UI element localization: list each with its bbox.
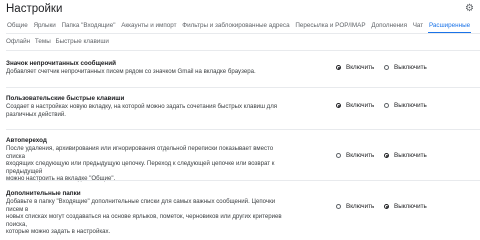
option-label: Выключить	[394, 102, 427, 109]
setting-title: Дополнительные папки	[6, 190, 81, 197]
setting-description: Добавляет счетчик непрочитанных писем ря…	[6, 68, 256, 75]
setting-title: Значок непрочитанных сообщений	[6, 60, 116, 67]
setting-description-line: входящих следующую или предыдущую цепочк…	[6, 160, 275, 175]
tab-addons[interactable]: Дополнения	[370, 21, 408, 33]
auto-advance-disable-option[interactable]: Выключить	[384, 152, 427, 159]
page-title: Настройки	[6, 3, 63, 15]
tab-offline[interactable]: Офлайн	[6, 38, 30, 45]
setting-description-line: Создает в настройках новую вкладку, на к…	[6, 103, 278, 110]
radio-button[interactable]	[336, 103, 341, 108]
tab-labels[interactable]: Ярлыки	[32, 21, 56, 33]
option-label: Включить	[346, 203, 375, 210]
custom-shortcuts-enable-option[interactable]: Включить	[336, 102, 374, 109]
radio-button[interactable]	[384, 103, 389, 108]
setting-multiple-inboxes: Дополнительные папки Добавьте в папку "В…	[6, 190, 286, 236]
setting-description-line: После удаления, архивирования или игнори…	[6, 145, 274, 160]
setting-description-line: Добавьте в папку "Входящие" дополнительн…	[6, 198, 276, 213]
option-label: Выключить	[394, 152, 427, 159]
radio-button[interactable]	[384, 204, 389, 209]
settings-tabs: Общие Ярлыки Папка "Входящие" Аккаунты и…	[6, 21, 473, 33]
radio-button[interactable]	[336, 65, 341, 70]
option-label: Выключить	[394, 203, 427, 210]
tab-themes[interactable]: Темы	[35, 38, 51, 45]
section-divider	[6, 129, 480, 130]
auto-advance-enable-option[interactable]: Включить	[336, 152, 374, 159]
tab-filters-blocked[interactable]: Фильтры и заблокированные адреса	[181, 21, 290, 33]
option-label: Включить	[346, 102, 375, 109]
multiple-inboxes-disable-option[interactable]: Выключить	[384, 203, 427, 210]
tab-keyboard-shortcuts[interactable]: Быстрые клавиши	[55, 38, 108, 45]
gear-icon[interactable]: ⚙	[465, 3, 474, 14]
tab-general[interactable]: Общие	[6, 21, 29, 33]
setting-auto-advance: Автопереход После удаления, архивировани…	[6, 137, 286, 183]
option-label: Включить	[346, 64, 375, 71]
unread-icon-enable-option[interactable]: Включить	[336, 64, 374, 71]
setting-description-line: которые можно задать в настройках.	[6, 228, 111, 236]
radio-button[interactable]	[336, 153, 341, 158]
tab-advanced[interactable]: Расширенные	[427, 21, 472, 33]
setting-description-line: различных действий.	[6, 110, 66, 118]
multiple-inboxes-enable-option[interactable]: Включить	[336, 203, 374, 210]
unread-icon-disable-option[interactable]: Выключить	[384, 64, 427, 71]
setting-custom-shortcuts: Пользовательские быстрые клавиши Создает…	[6, 95, 286, 118]
radio-button[interactable]	[336, 204, 341, 209]
tabs-divider	[6, 33, 480, 34]
subtabs-divider	[6, 50, 480, 51]
setting-description-line: новых списках могут создаваться на основ…	[6, 213, 282, 228]
settings-subtabs: Офлайн Темы Быстрые клавиши	[6, 38, 112, 45]
radio-button[interactable]	[384, 65, 389, 70]
tab-chat[interactable]: Чат	[412, 21, 424, 33]
setting-unread-icon: Значок непрочитанных сообщений Добавляет…	[6, 60, 286, 76]
setting-title: Автопереход	[6, 137, 47, 144]
setting-title: Пользовательские быстрые клавиши	[6, 95, 125, 102]
option-label: Выключить	[394, 64, 427, 71]
option-label: Включить	[346, 152, 375, 159]
radio-button[interactable]	[384, 153, 389, 158]
settings-header: Настройки ⚙	[0, 0, 480, 20]
tab-inbox[interactable]: Папка "Входящие"	[61, 21, 117, 33]
section-divider	[6, 87, 480, 88]
custom-shortcuts-disable-option[interactable]: Выключить	[384, 102, 427, 109]
tab-forwarding-pop-imap[interactable]: Пересылка и POP/IMAP	[294, 21, 366, 33]
tab-accounts-import[interactable]: Аккаунты и импорт	[120, 21, 177, 33]
section-divider	[6, 180, 480, 181]
